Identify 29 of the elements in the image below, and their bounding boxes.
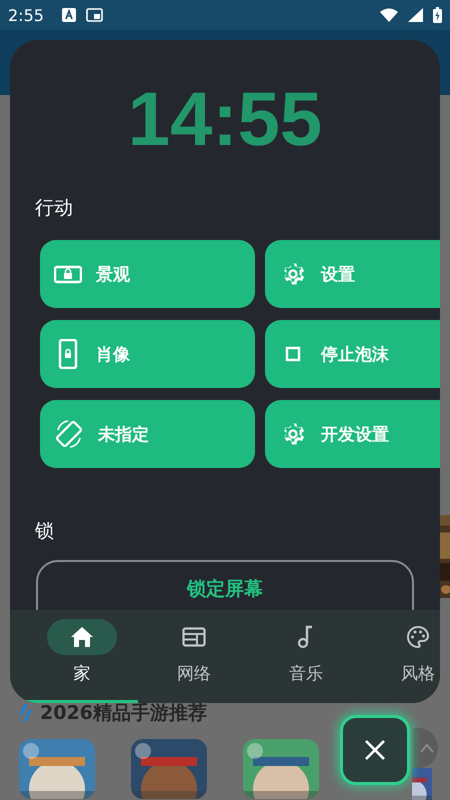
close-icon bbox=[364, 739, 386, 761]
battery-icon bbox=[433, 7, 442, 23]
picture-in-picture-icon bbox=[86, 8, 103, 22]
action-button[interactable]: 景观 bbox=[40, 240, 255, 308]
action-button[interactable]: 设置 bbox=[265, 240, 440, 308]
action-button[interactable]: 开发设置 bbox=[265, 400, 440, 468]
section-title: 2026精品手游推荐 bbox=[40, 701, 207, 726]
keyboard-icon bbox=[62, 8, 76, 22]
nav-tab[interactable]: 音乐 bbox=[250, 610, 362, 703]
web-icon bbox=[182, 627, 206, 647]
nav-tab[interactable]: 网络 bbox=[138, 610, 250, 703]
wifi-icon bbox=[380, 8, 398, 22]
status-time: 2:55 bbox=[8, 6, 44, 24]
slash-icon bbox=[18, 704, 32, 722]
signal-icon bbox=[408, 8, 423, 22]
close-button[interactable] bbox=[340, 715, 410, 785]
screen-rotation-icon bbox=[54, 419, 84, 449]
landscape-lock-icon bbox=[54, 264, 82, 284]
action-button[interactable]: 肖像 bbox=[40, 320, 255, 388]
nav-tab[interactable]: 家 bbox=[26, 610, 138, 703]
home-icon bbox=[70, 626, 94, 648]
action-button[interactable]: 停止泡沫 bbox=[265, 320, 440, 388]
chevron-up-icon bbox=[420, 743, 434, 753]
clock: 14:55 bbox=[126, 80, 324, 160]
section-title: 锁 bbox=[34, 519, 55, 544]
palette-icon bbox=[406, 625, 430, 649]
action-button[interactable]: 未指定 bbox=[40, 400, 255, 468]
nav-tab[interactable]: 风格 bbox=[362, 610, 440, 703]
section-title: 行动 bbox=[34, 196, 74, 221]
